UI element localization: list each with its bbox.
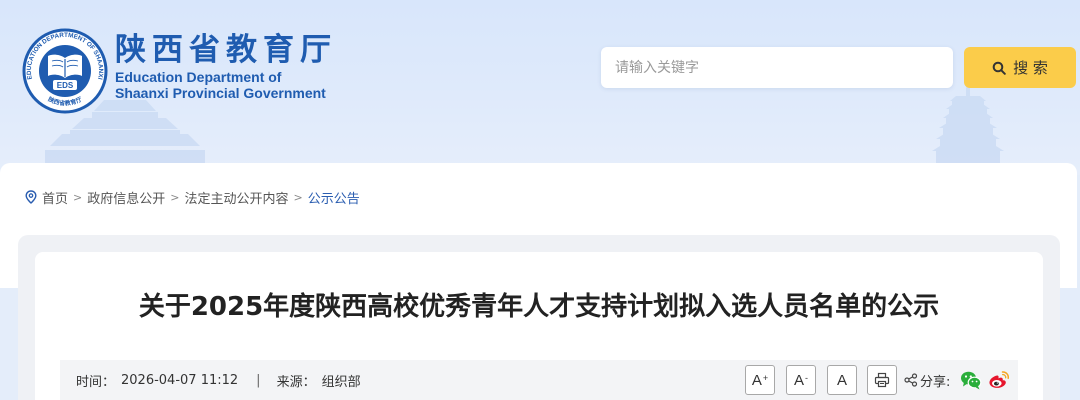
site-logo-link[interactable]: EDUCATION DEPARTMENT OF SHAANXI 陕西省教育厅 E… <box>22 28 352 118</box>
breadcrumb-separator: > <box>170 190 180 204</box>
font-size-reset-button[interactable]: A <box>827 365 857 395</box>
article-tools: A + A- A 分享: <box>745 360 1010 400</box>
source-label: 来源： <box>276 374 316 390</box>
print-button[interactable] <box>867 365 897 395</box>
search-input[interactable] <box>601 47 953 88</box>
meta-divider: | <box>256 372 261 388</box>
search-button-label: 搜 索 <box>1013 59 1048 77</box>
breadcrumb-item-announcements[interactable]: 公示公告 <box>308 188 360 207</box>
education-department-emblem: EDUCATION DEPARTMENT OF SHAANXI 陕西省教育厅 E… <box>22 28 108 114</box>
breadcrumb-item-home[interactable]: 首页 <box>42 188 68 207</box>
search-button[interactable]: 搜 索 <box>964 47 1076 88</box>
logo-center-text: EDS <box>57 81 74 90</box>
breadcrumb-separator: > <box>73 190 83 204</box>
breadcrumb-item-statutory-disclosure[interactable]: 法定主动公开内容 <box>184 188 288 207</box>
article-meta-bar: 时间： 2026-04-07 11:12 | 来源： 组织部 A+ A- A <box>60 360 1018 400</box>
publish-time-value: 2026-04-07 11:12 <box>121 372 239 388</box>
print-icon <box>874 372 890 388</box>
site-header: EDUCATION DEPARTMENT OF SHAANXI 陕西省教育厅 E… <box>0 0 1080 175</box>
font-size-increase-button[interactable]: A + <box>745 365 775 395</box>
book-icon <box>48 54 82 78</box>
share-icon <box>904 373 918 387</box>
search-icon <box>992 61 1006 75</box>
weibo-icon[interactable] <box>988 370 1010 390</box>
source-value: 组织部 <box>321 374 361 390</box>
breadcrumb-item-government-info[interactable]: 政府信息公开 <box>87 188 165 207</box>
font-size-decrease-button[interactable]: A- <box>786 365 816 395</box>
site-name-english-line1: Education Department of <box>115 69 282 85</box>
publish-time-label: 时间： <box>76 374 116 390</box>
article-title: 关于2025年度陕西高校优秀青年人才支持计划拟入选人员名单的公示 <box>138 292 940 322</box>
font-size-decrease-letter: A <box>793 371 804 389</box>
article-meta-info: 时间： 2026-04-07 11:12 | 来源： 组织部 <box>76 360 361 400</box>
font-size-reset-letter: A <box>836 371 847 389</box>
breadcrumb: 首页 > 政府信息公开 > 法定主动公开内容 > 公示公告 <box>25 188 360 207</box>
breadcrumb-separator: > <box>293 190 303 204</box>
font-size-increase-letter: A <box>751 371 762 389</box>
location-pin-icon <box>25 190 37 204</box>
search-box <box>601 47 953 88</box>
site-name-chinese: 陕西省教育厅 <box>115 32 337 68</box>
site-name-english-line2: Shaanxi Provincial Government <box>115 85 326 101</box>
wechat-icon[interactable] <box>960 370 982 390</box>
article-card: 关于2025年度陕西高校优秀青年人才支持计划拟入选人员名单的公示 时间： 202… <box>35 252 1043 400</box>
share-label: 分享: <box>920 374 951 390</box>
